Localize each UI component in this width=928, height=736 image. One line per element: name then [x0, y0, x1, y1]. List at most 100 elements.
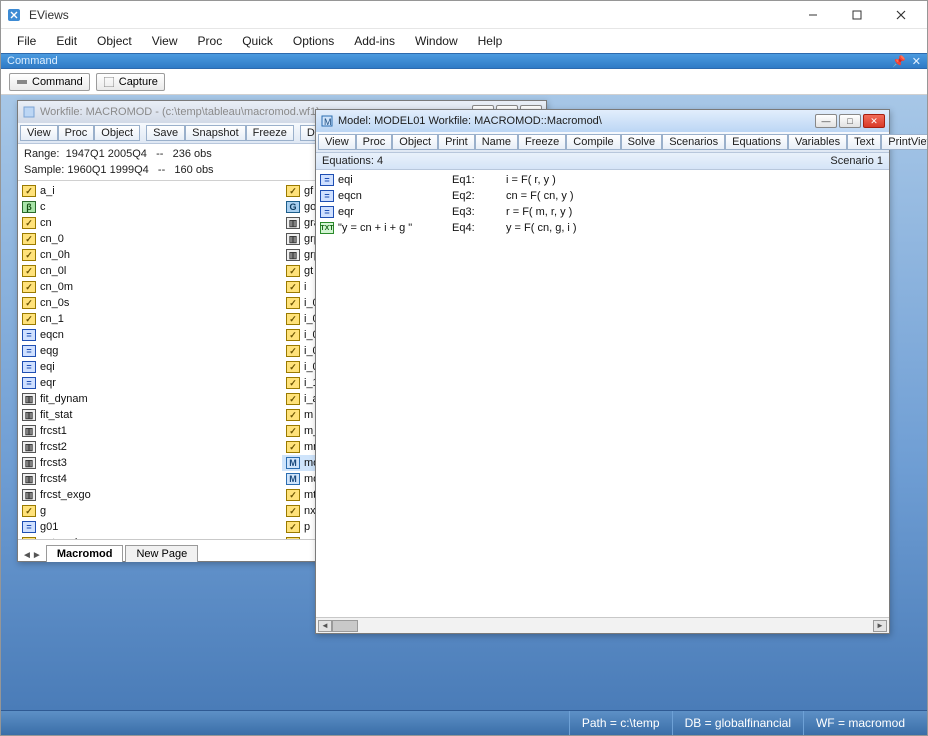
workfile-item-label: nx — [304, 505, 316, 517]
graph-icon: ▥ — [22, 425, 36, 437]
capture-button[interactable]: Capture — [96, 73, 165, 91]
tab-scroll-right-icon[interactable]: ► — [32, 550, 42, 561]
workfile-item[interactable]: ✓cn_0 — [18, 231, 282, 247]
workfile-item[interactable]: ▥frcst_exgo — [18, 487, 282, 503]
scroll-right-icon[interactable]: ► — [873, 620, 887, 632]
model-name-button[interactable]: Name — [475, 134, 518, 150]
workfile-item[interactable]: ✓cn_0h — [18, 247, 282, 263]
workfile-item[interactable]: βc — [18, 199, 282, 215]
workfile-item[interactable]: =eqi — [18, 359, 282, 375]
workfile-item[interactable]: ▥frcst4 — [18, 471, 282, 487]
workfile-save-button[interactable]: Save — [146, 125, 185, 141]
workfile-item[interactable]: ▥fit_stat — [18, 407, 282, 423]
tab-scroll-left-icon[interactable]: ◄ — [22, 550, 32, 561]
workfile-item[interactable]: ✓g — [18, 503, 282, 519]
series-icon: ✓ — [22, 217, 36, 229]
model-scenarios-button[interactable]: Scenarios — [662, 134, 725, 150]
workfile-item[interactable]: =g01 — [18, 519, 282, 535]
workfile-item[interactable]: ✓cn_0s — [18, 295, 282, 311]
workfile-item[interactable]: =eqr — [18, 375, 282, 391]
model-printview-button[interactable]: PrintView — [881, 134, 927, 150]
model-proc-button[interactable]: Proc — [356, 134, 393, 150]
model-close-button[interactable]: ✕ — [863, 114, 885, 128]
equation-icon: = — [320, 190, 334, 202]
menu-proc[interactable]: Proc — [188, 31, 233, 51]
equation-row[interactable]: =eqcnEq2:cn = F( cn, y ) — [320, 188, 885, 204]
workfile-item[interactable]: ✓cn_0m — [18, 279, 282, 295]
workfile-item[interactable]: ✓cn_1 — [18, 311, 282, 327]
menu-options[interactable]: Options — [283, 31, 344, 51]
equation-row[interactable]: TXT"y = cn + i + g "Eq4:y = F( cn, g, i … — [320, 220, 885, 236]
model-title: Model: MODEL01 Workfile: MACROMOD::Macro… — [338, 115, 811, 127]
equation-icon: = — [22, 521, 36, 533]
workfile-item[interactable]: ▥frcst1 — [18, 423, 282, 439]
equation-number: Eq1: — [452, 174, 502, 186]
model-solve-button[interactable]: Solve — [621, 134, 663, 150]
model-text-button[interactable]: Text — [847, 134, 881, 150]
equation-expression: r = F( m, r, y ) — [506, 206, 572, 218]
menu-help[interactable]: Help — [468, 31, 513, 51]
workfile-item-label: cn_0h — [40, 249, 70, 261]
workfile-item[interactable]: =eqcn — [18, 327, 282, 343]
menu-quick[interactable]: Quick — [232, 31, 283, 51]
workfile-snapshot-button[interactable]: Snapshot — [185, 125, 245, 141]
workfile-item-label: c — [40, 201, 46, 213]
workfile-proc-button[interactable]: Proc — [58, 125, 95, 141]
model-minimize-button[interactable]: — — [815, 114, 837, 128]
equation-icon: = — [22, 329, 36, 341]
workfile-view-button[interactable]: View — [20, 125, 58, 141]
workfile-freeze-button[interactable]: Freeze — [246, 125, 294, 141]
maximize-button[interactable] — [835, 1, 879, 29]
model-freeze-button[interactable]: Freeze — [518, 134, 566, 150]
model-object-button[interactable]: Object — [392, 134, 438, 150]
workfile-item-label: p — [304, 521, 310, 533]
model-hscroll[interactable]: ◄ ► — [316, 617, 889, 633]
workfile-item[interactable]: ✓g_trend — [18, 535, 282, 539]
equation-icon: = — [22, 377, 36, 389]
menu-edit[interactable]: Edit — [46, 31, 87, 51]
menu-object[interactable]: Object — [87, 31, 142, 51]
model-eqcount: Equations: 4 — [322, 155, 383, 167]
scroll-left-icon[interactable]: ◄ — [318, 620, 332, 632]
command-pane-header[interactable]: Command 📌 ✕ — [1, 53, 927, 69]
equation-icon: = — [22, 361, 36, 373]
workfile-item[interactable]: ✓cn — [18, 215, 282, 231]
scroll-thumb[interactable] — [332, 620, 358, 632]
equation-icon: = — [320, 206, 334, 218]
txt-icon: TXT — [320, 222, 334, 234]
workfile-item[interactable]: ▥fit_dynam — [18, 391, 282, 407]
workfile-item-label: fit_dynam — [40, 393, 88, 405]
workfile-item[interactable]: =eqg — [18, 343, 282, 359]
model-view-button[interactable]: View — [318, 134, 356, 150]
workfile-item[interactable]: ✓cn_0l — [18, 263, 282, 279]
workfile-icon — [22, 105, 36, 119]
workfile-object-button[interactable]: Object — [94, 125, 140, 141]
model-titlebar[interactable]: M Model: MODEL01 Workfile: MACROMOD::Mac… — [316, 110, 889, 132]
equation-row[interactable]: =eqrEq3:r = F( m, r, y ) — [320, 204, 885, 220]
close-button[interactable] — [879, 1, 923, 29]
model-equations-button[interactable]: Equations — [725, 134, 788, 150]
model-print-button[interactable]: Print — [438, 134, 475, 150]
equation-row[interactable]: =eqiEq1:i = F( r, y ) — [320, 172, 885, 188]
workfile-item[interactable]: ▥frcst2 — [18, 439, 282, 455]
series-icon: ✓ — [286, 441, 300, 453]
workfile-item[interactable]: ✓a_i — [18, 183, 282, 199]
model-compile-button[interactable]: Compile — [566, 134, 620, 150]
menu-view[interactable]: View — [142, 31, 188, 51]
model-variables-button[interactable]: Variables — [788, 134, 847, 150]
menu-file[interactable]: File — [7, 31, 46, 51]
series-icon: ✓ — [286, 537, 300, 539]
close-command-pane-icon[interactable]: ✕ — [912, 55, 921, 68]
pin-icon[interactable]: 📌 — [892, 55, 906, 68]
menu-window[interactable]: Window — [405, 31, 468, 51]
series-icon: ✓ — [286, 377, 300, 389]
command-button[interactable]: Command — [9, 73, 90, 91]
minimize-button[interactable] — [791, 1, 835, 29]
model-maximize-button[interactable]: □ — [839, 114, 861, 128]
workfile-item-label: gf — [304, 185, 313, 197]
model-window[interactable]: M Model: MODEL01 Workfile: MACROMOD::Mac… — [315, 109, 890, 634]
tab-macromod[interactable]: Macromod — [46, 545, 124, 562]
tab-new-page[interactable]: New Page — [125, 545, 198, 562]
workfile-item[interactable]: ▥frcst3 — [18, 455, 282, 471]
menu-addins[interactable]: Add-ins — [344, 31, 405, 51]
